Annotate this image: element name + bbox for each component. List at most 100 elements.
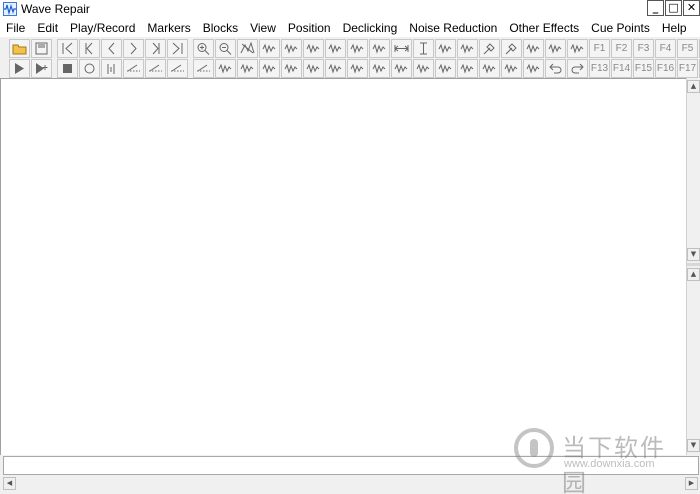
- function-key-f14-button[interactable]: F14: [611, 58, 632, 78]
- waveform-button[interactable]: [281, 38, 302, 58]
- open-folder-button[interactable]: [9, 38, 30, 58]
- waveform-icon: [438, 43, 452, 54]
- dashed-line-button[interactable]: [193, 58, 214, 78]
- waveform-button[interactable]: [523, 38, 544, 58]
- zoom-fit-button[interactable]: [237, 38, 258, 58]
- function-key-f3-button[interactable]: F3: [633, 38, 654, 58]
- dashed-line-button[interactable]: [123, 58, 144, 78]
- scroll-up-arrow-icon[interactable]: ▲: [687, 268, 700, 281]
- menu-blocks[interactable]: Blocks: [197, 21, 244, 35]
- menu-play-record[interactable]: Play/Record: [64, 21, 141, 35]
- scroll-right-arrow-icon[interactable]: ▶: [685, 477, 698, 490]
- waveform-button[interactable]: [479, 58, 500, 78]
- menu-view[interactable]: View: [244, 21, 282, 35]
- expand-vertical-button[interactable]: [413, 38, 434, 58]
- menu-position[interactable]: Position: [282, 21, 337, 35]
- tool-icon: [505, 42, 517, 54]
- play-block-button[interactable]: [31, 58, 52, 78]
- function-key-f16-button[interactable]: F16: [655, 58, 676, 78]
- tool-button[interactable]: [501, 38, 522, 58]
- waveform-button[interactable]: [413, 58, 434, 78]
- menu-edit[interactable]: Edit: [31, 21, 64, 35]
- close-button[interactable]: ✕: [683, 0, 700, 16]
- waveform-button[interactable]: [347, 58, 368, 78]
- scroll-right-button[interactable]: [123, 38, 144, 58]
- vertical-scrollbar[interactable]: ▲ ▼ ▲ ▼: [686, 78, 700, 455]
- waveform-button[interactable]: [303, 38, 324, 58]
- waveform-icon: [350, 63, 364, 74]
- waveform-button[interactable]: [303, 58, 324, 78]
- go-to-start-button[interactable]: [57, 38, 78, 58]
- waveform-button[interactable]: [237, 58, 258, 78]
- menu-markers[interactable]: Markers: [141, 21, 196, 35]
- save-button[interactable]: [31, 38, 52, 58]
- waveform-button[interactable]: [567, 38, 588, 58]
- marker-button[interactable]: [101, 58, 122, 78]
- waveform-button[interactable]: [435, 58, 456, 78]
- zoom-in-button[interactable]: [193, 38, 214, 58]
- play-button[interactable]: [9, 58, 30, 78]
- waveform-button[interactable]: [391, 58, 412, 78]
- waveform-button[interactable]: [457, 38, 478, 58]
- minimize-button[interactable]: _: [647, 0, 664, 16]
- function-key-f15-button[interactable]: F15: [633, 58, 654, 78]
- waveform-button[interactable]: [347, 38, 368, 58]
- pane-splitter[interactable]: [687, 263, 700, 266]
- function-key-f1-button[interactable]: F1: [589, 38, 610, 58]
- main-toolbar: F1F2F3F4F5F6: [0, 38, 700, 58]
- scroll-left-button[interactable]: [101, 38, 122, 58]
- waveform-button[interactable]: [259, 58, 280, 78]
- waveform-button[interactable]: [325, 58, 346, 78]
- waveform-button[interactable]: [369, 38, 390, 58]
- waveform-button[interactable]: [325, 38, 346, 58]
- expand-horizontal-button[interactable]: [391, 38, 412, 58]
- scroll-down-arrow-icon[interactable]: ▼: [687, 248, 700, 261]
- marker-icon: [107, 63, 115, 74]
- waveform-button[interactable]: [215, 58, 236, 78]
- redo-button[interactable]: [567, 58, 588, 78]
- scroll-right-icon: [130, 42, 137, 54]
- function-key-f13-button[interactable]: F13: [589, 58, 610, 78]
- menu-help[interactable]: Help: [656, 21, 693, 35]
- go-to-end-button[interactable]: [167, 38, 188, 58]
- function-key-f4-button[interactable]: F4: [655, 38, 676, 58]
- redo-icon: [571, 63, 584, 73]
- menu-file[interactable]: File: [0, 21, 31, 35]
- waveform-button[interactable]: [435, 38, 456, 58]
- menu-noise-reduction[interactable]: Noise Reduction: [403, 21, 503, 35]
- dashed-line-button[interactable]: [167, 58, 188, 78]
- scroll-left-arrow-icon[interactable]: ◀: [3, 477, 16, 490]
- maximize-button[interactable]: □: [665, 0, 682, 16]
- next-mark-button[interactable]: [145, 38, 166, 58]
- waveform-workspace[interactable]: [0, 78, 686, 455]
- waveform-button[interactable]: [369, 58, 390, 78]
- previous-mark-button[interactable]: [79, 38, 100, 58]
- waveform-icon: [328, 43, 342, 54]
- stop-button[interactable]: [57, 58, 78, 78]
- menu-other-effects[interactable]: Other Effects: [503, 21, 585, 35]
- scroll-up-arrow-icon[interactable]: ▲: [687, 80, 700, 93]
- waveform-button[interactable]: [457, 58, 478, 78]
- function-key-f17-button[interactable]: F17: [677, 58, 698, 78]
- waveform-icon: [218, 63, 232, 74]
- waveform-button[interactable]: [259, 38, 280, 58]
- zoom-in-icon: [197, 42, 210, 55]
- waveform-button[interactable]: [281, 58, 302, 78]
- scroll-down-arrow-icon[interactable]: ▼: [687, 439, 700, 452]
- tool-button[interactable]: [479, 38, 500, 58]
- tool-icon: [483, 42, 495, 54]
- function-key-f5-button[interactable]: F5: [677, 38, 698, 58]
- menu-cue-points[interactable]: Cue Points: [585, 21, 656, 35]
- dashed-line-button[interactable]: [145, 58, 166, 78]
- transport-toolbar: F13F14F15F16F17F18: [0, 58, 700, 78]
- undo-button[interactable]: [545, 58, 566, 78]
- expand-horizontal-icon: [394, 44, 409, 52]
- record-button[interactable]: [79, 58, 100, 78]
- menu-declicking[interactable]: Declicking: [337, 21, 404, 35]
- zoom-out-button[interactable]: [215, 38, 236, 58]
- waveform-button[interactable]: [545, 38, 566, 58]
- function-key-f2-button[interactable]: F2: [611, 38, 632, 58]
- waveform-button[interactable]: [501, 58, 522, 78]
- waveform-button[interactable]: [523, 58, 544, 78]
- waveform-icon: [306, 63, 320, 74]
